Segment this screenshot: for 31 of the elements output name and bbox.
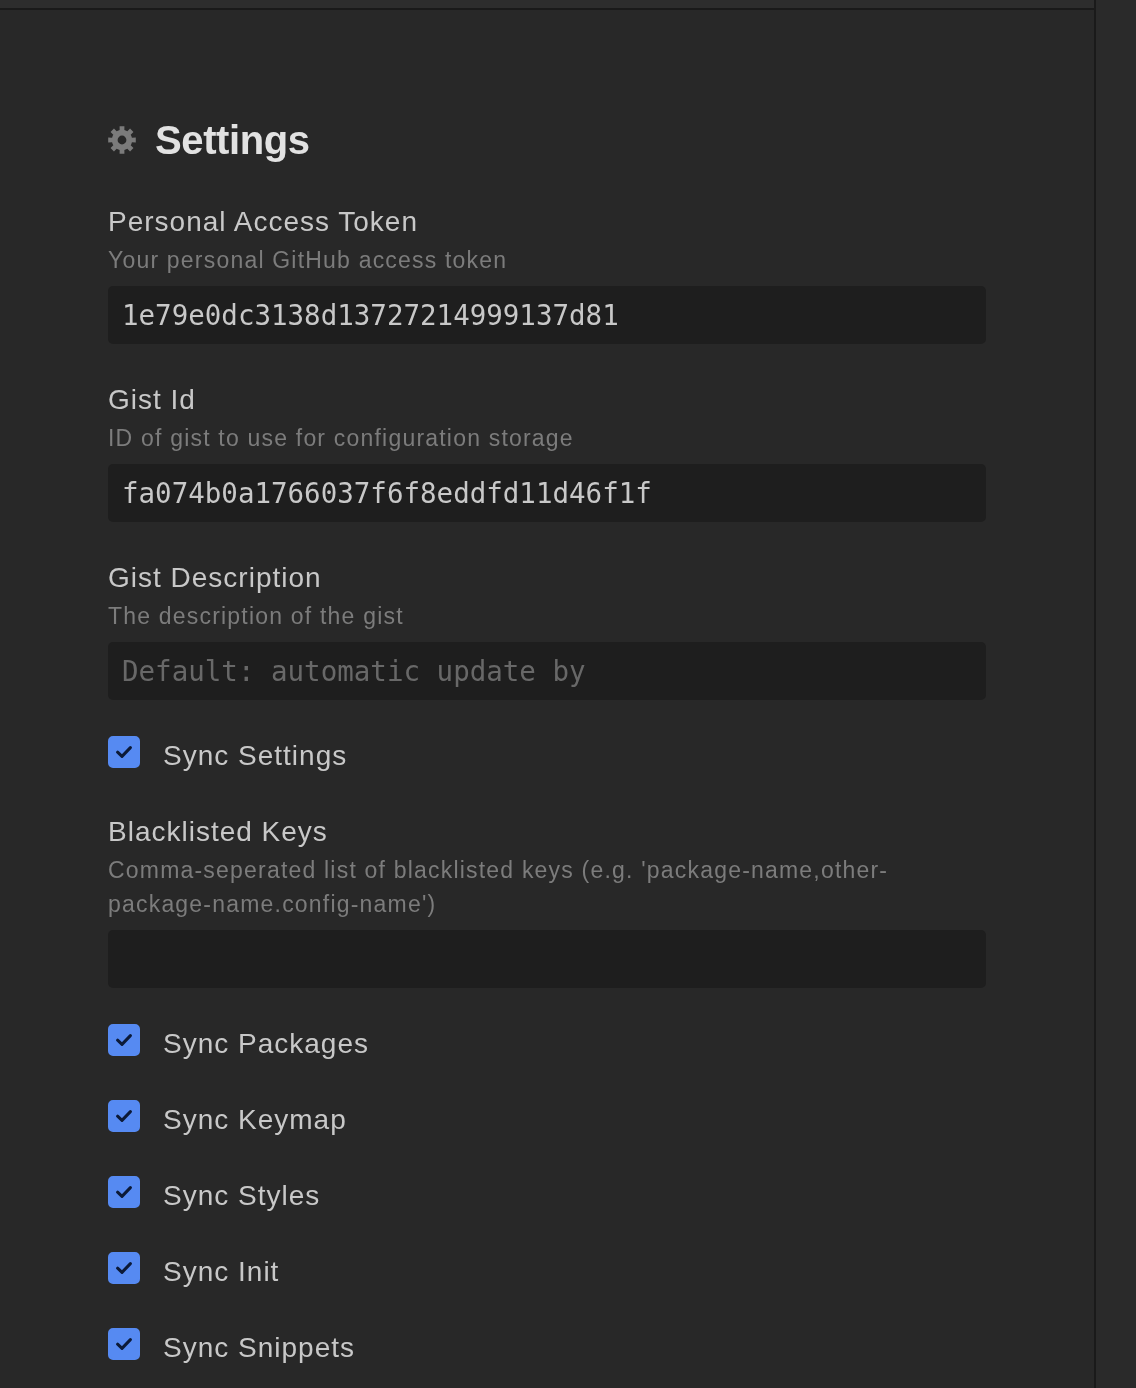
check-icon [116, 1186, 132, 1198]
field-description: ID of gist to use for configuration storage [108, 424, 574, 453]
checkbox[interactable] [108, 1100, 140, 1132]
field-label: Gist Description [108, 561, 322, 595]
field-description: Comma-seperated list of blacklisted keys (e.g. 'package-name,other-package-name.config-name') [108, 856, 890, 919]
checkbox[interactable] [108, 1024, 140, 1056]
input-field[interactable]: 1e79e0dc3138d13727214999137d81 [108, 286, 986, 344]
field-description: The description of the gist [108, 602, 404, 631]
check-icon [116, 1262, 132, 1274]
field-description: Your personal GitHub access token [108, 246, 508, 275]
settings-icon [108, 126, 136, 154]
checkbox-label[interactable]: Sync Init [163, 1255, 280, 1289]
check-icon [116, 1110, 132, 1122]
check-icon [116, 1034, 132, 1046]
checkbox[interactable] [108, 1252, 140, 1284]
input-field[interactable]: Default: automatic update by [108, 642, 986, 700]
field-label: Blacklisted Keys [108, 815, 328, 849]
checkbox[interactable] [108, 1176, 140, 1208]
checkbox-label[interactable]: Sync Snippets [163, 1331, 355, 1365]
field-label: Personal Access Token [108, 205, 418, 239]
checkbox-label[interactable]: Sync Keymap [163, 1103, 347, 1137]
page-title: Settings [155, 117, 310, 164]
check-icon [116, 1338, 132, 1350]
input-field[interactable]: fa074b0a1766037f6f8eddfd11d46f1f [108, 464, 986, 522]
checkbox-label[interactable]: Sync Settings [163, 739, 348, 773]
check-icon [116, 746, 132, 758]
checkbox-label[interactable]: Sync Packages [163, 1027, 369, 1061]
field-label: Gist Id [108, 383, 196, 417]
checkbox-label[interactable]: Sync Styles [163, 1179, 321, 1213]
checkbox[interactable] [108, 1328, 140, 1360]
checkbox[interactable] [108, 736, 140, 768]
